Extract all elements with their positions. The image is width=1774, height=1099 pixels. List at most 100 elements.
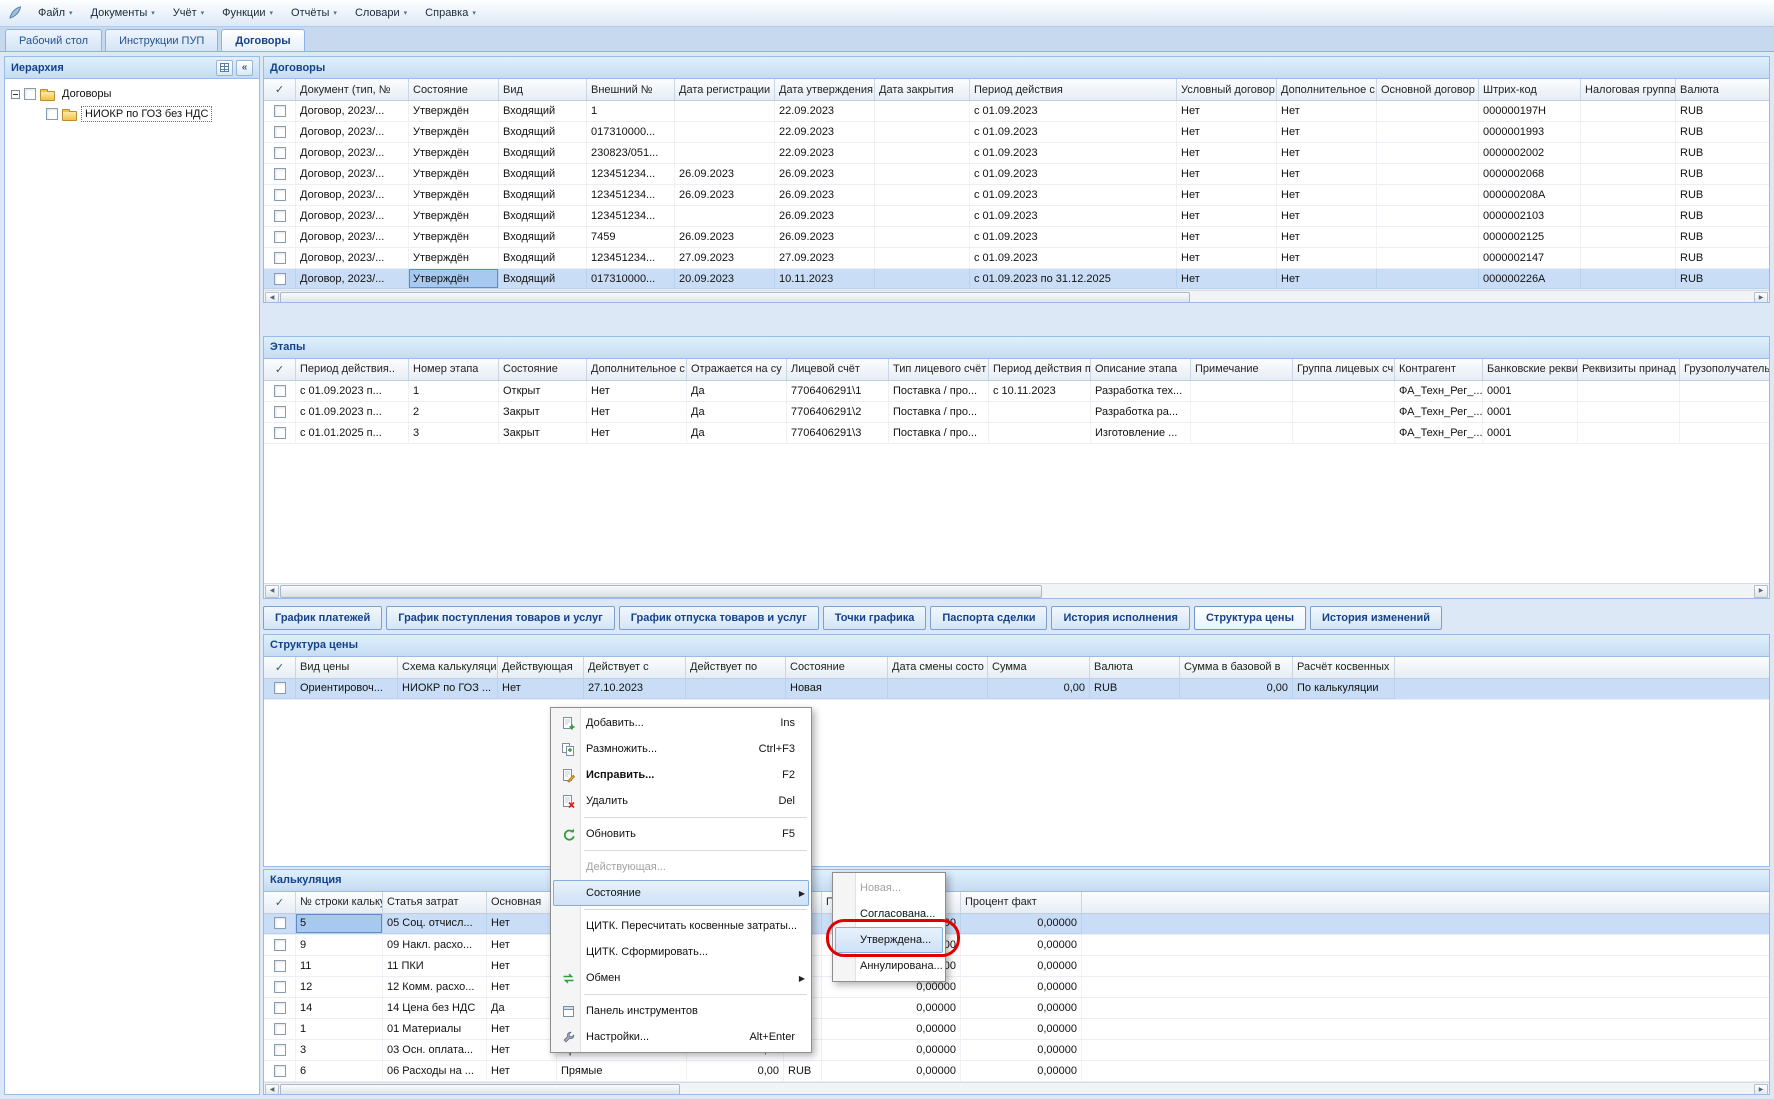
row-checkbox[interactable]: [274, 917, 286, 929]
column-header[interactable]: Дата утверждения: [775, 79, 875, 100]
menubar-item[interactable]: Документы▾: [82, 0, 164, 26]
menu-item[interactable]: ЦИТК. Пересчитать косвенные затраты...: [553, 913, 809, 939]
detail-tab[interactable]: История исполнения: [1051, 606, 1190, 630]
check-column-header[interactable]: ✓: [264, 892, 296, 913]
table-row[interactable]: 505 Соц. отчисл...Нет0,000000,00000: [264, 914, 1769, 935]
table-row[interactable]: с 01.09.2023 п...1ОткрытНетДа7706406291\…: [264, 381, 1769, 402]
column-header[interactable]: Внешний №: [587, 79, 675, 100]
contracts-hscrollbar[interactable]: ◀ ▶: [264, 290, 1769, 303]
calculation-hscrollbar[interactable]: ◀ ▶: [264, 1082, 1769, 1095]
row-checkbox[interactable]: [274, 1002, 286, 1014]
table-row[interactable]: Договор, 2023/...УтверждёнВходящий123451…: [264, 248, 1769, 269]
column-header[interactable]: Процент факт: [961, 892, 1082, 913]
column-header[interactable]: Расчёт косвенных: [1293, 657, 1395, 678]
hierarchy-settings-button[interactable]: [216, 60, 233, 76]
menu-item[interactable]: Утверждена...: [835, 927, 943, 953]
column-header[interactable]: Дата регистрации: [675, 79, 775, 100]
row-checkbox[interactable]: [274, 147, 286, 159]
column-header[interactable]: Статья затрат: [383, 892, 487, 913]
table-row[interactable]: Ориентировоч...НИОКР по ГОЗ ...Нет27.10.…: [264, 679, 1769, 700]
column-header[interactable]: Документ (тип, №: [296, 79, 409, 100]
detail-tab[interactable]: График поступления товаров и услуг: [386, 606, 614, 630]
row-checkbox[interactable]: [274, 1023, 286, 1035]
row-checkbox[interactable]: [274, 189, 286, 201]
table-row[interactable]: Договор, 2023/...УтверждёнВходящий123451…: [264, 185, 1769, 206]
row-checkbox[interactable]: [274, 1065, 286, 1077]
menu-item[interactable]: Состояние▶: [553, 880, 809, 906]
detail-tab[interactable]: Структура цены: [1194, 606, 1306, 630]
column-header[interactable]: Состояние: [786, 657, 888, 678]
column-header[interactable]: Реквизиты принад: [1578, 359, 1680, 380]
column-header[interactable]: Период действия: [970, 79, 1177, 100]
scrollbar-thumb[interactable]: [280, 292, 1190, 303]
menu-item[interactable]: Панель инструментов: [553, 998, 809, 1024]
main-tab[interactable]: Договоры: [221, 29, 304, 51]
column-header[interactable]: Действует по: [686, 657, 786, 678]
row-checkbox[interactable]: [274, 939, 286, 951]
column-header[interactable]: Тип лицевого счёт: [889, 359, 989, 380]
column-header[interactable]: Примечание: [1191, 359, 1293, 380]
table-row[interactable]: Договор, 2023/...УтверждёнВходящий230823…: [264, 143, 1769, 164]
check-column-header[interactable]: ✓: [264, 657, 296, 678]
scrollbar-thumb[interactable]: [280, 1084, 680, 1095]
row-checkbox[interactable]: [274, 210, 286, 222]
row-checkbox[interactable]: [274, 682, 286, 694]
detail-tab[interactable]: Паспорта сделки: [930, 606, 1047, 630]
menubar-item[interactable]: Справка▾: [416, 0, 485, 26]
table-row[interactable]: 909 Накл. расхо...Нет0,000000,00000: [264, 935, 1769, 956]
tree-node-label[interactable]: НИОКР по ГОЗ без НДС: [81, 106, 212, 122]
row-checkbox[interactable]: [274, 273, 286, 285]
menu-item[interactable]: ЦИТК. Сформировать...: [553, 939, 809, 965]
column-header[interactable]: Номер этапа: [409, 359, 499, 380]
column-header[interactable]: Состояние: [499, 359, 587, 380]
column-header[interactable]: Валюта: [1676, 79, 1769, 100]
table-row[interactable]: Договор, 2023/...УтверждёнВходящий017310…: [264, 269, 1769, 290]
column-header[interactable]: Сумма: [988, 657, 1090, 678]
column-header[interactable]: № строки калькуляци: [296, 892, 383, 913]
table-row[interactable]: Договор, 2023/...УтверждёнВходящий017310…: [264, 122, 1769, 143]
menu-item[interactable]: УдалитьDel: [553, 788, 809, 814]
detail-tab[interactable]: Точки графика: [823, 606, 927, 630]
column-header[interactable]: Валюта: [1090, 657, 1180, 678]
row-checkbox[interactable]: [274, 105, 286, 117]
column-header[interactable]: Действует с: [584, 657, 686, 678]
column-header[interactable]: Основной договор: [1377, 79, 1479, 100]
column-header[interactable]: Отражается на су: [687, 359, 787, 380]
row-checkbox[interactable]: [274, 385, 286, 397]
column-header[interactable]: Дополнительное с: [587, 359, 687, 380]
detail-tab[interactable]: История изменений: [1310, 606, 1442, 630]
menu-item[interactable]: Настройки...Alt+Enter: [553, 1024, 809, 1050]
tree-expander-icon[interactable]: [11, 90, 20, 99]
scroll-right-icon[interactable]: ▶: [1754, 1084, 1768, 1095]
stages-hscrollbar[interactable]: ◀ ▶: [264, 583, 1769, 598]
column-header[interactable]: Условный договор: [1177, 79, 1277, 100]
table-row[interactable]: с 01.01.2025 п...3ЗакрытНетДа7706406291\…: [264, 423, 1769, 444]
scrollbar-thumb[interactable]: [280, 585, 1042, 598]
menu-item[interactable]: Размножить...Ctrl+F3: [553, 736, 809, 762]
table-row[interactable]: Договор, 2023/...УтверждёнВходящий123451…: [264, 206, 1769, 227]
menubar-item[interactable]: Функции▾: [213, 0, 282, 26]
scroll-left-icon[interactable]: ◀: [265, 1084, 279, 1095]
menu-item[interactable]: Согласована...: [835, 901, 943, 927]
tree-node-checkbox[interactable]: [46, 108, 58, 120]
row-checkbox[interactable]: [274, 252, 286, 264]
scroll-left-icon[interactable]: ◀: [265, 292, 279, 303]
tree-node[interactable]: Договоры: [5, 84, 259, 104]
row-checkbox[interactable]: [274, 231, 286, 243]
main-tab[interactable]: Инструкции ПУП: [105, 29, 218, 51]
column-header[interactable]: Группа лицевых сч: [1293, 359, 1395, 380]
column-header[interactable]: Сумма в базовой в: [1180, 657, 1293, 678]
menu-item[interactable]: Аннулирована...: [835, 953, 943, 979]
table-row[interactable]: Договор, 2023/...УтверждёнВходящий745926…: [264, 227, 1769, 248]
table-row[interactable]: Договор, 2023/...УтверждёнВходящий123451…: [264, 164, 1769, 185]
tree-node-label[interactable]: Договоры: [59, 87, 114, 101]
hierarchy-collapse-button[interactable]: «: [236, 60, 253, 76]
tree-node[interactable]: НИОКР по ГОЗ без НДС: [5, 104, 259, 124]
check-column-header[interactable]: ✓: [264, 79, 296, 100]
column-header[interactable]: Описание этапа: [1091, 359, 1191, 380]
table-row[interactable]: 1111 ПКИНет0,000000,00000: [264, 956, 1769, 977]
main-tab[interactable]: Рабочий стол: [5, 29, 102, 51]
row-checkbox[interactable]: [274, 960, 286, 972]
column-header[interactable]: Действующая: [498, 657, 584, 678]
column-header[interactable]: Основная: [487, 892, 557, 913]
